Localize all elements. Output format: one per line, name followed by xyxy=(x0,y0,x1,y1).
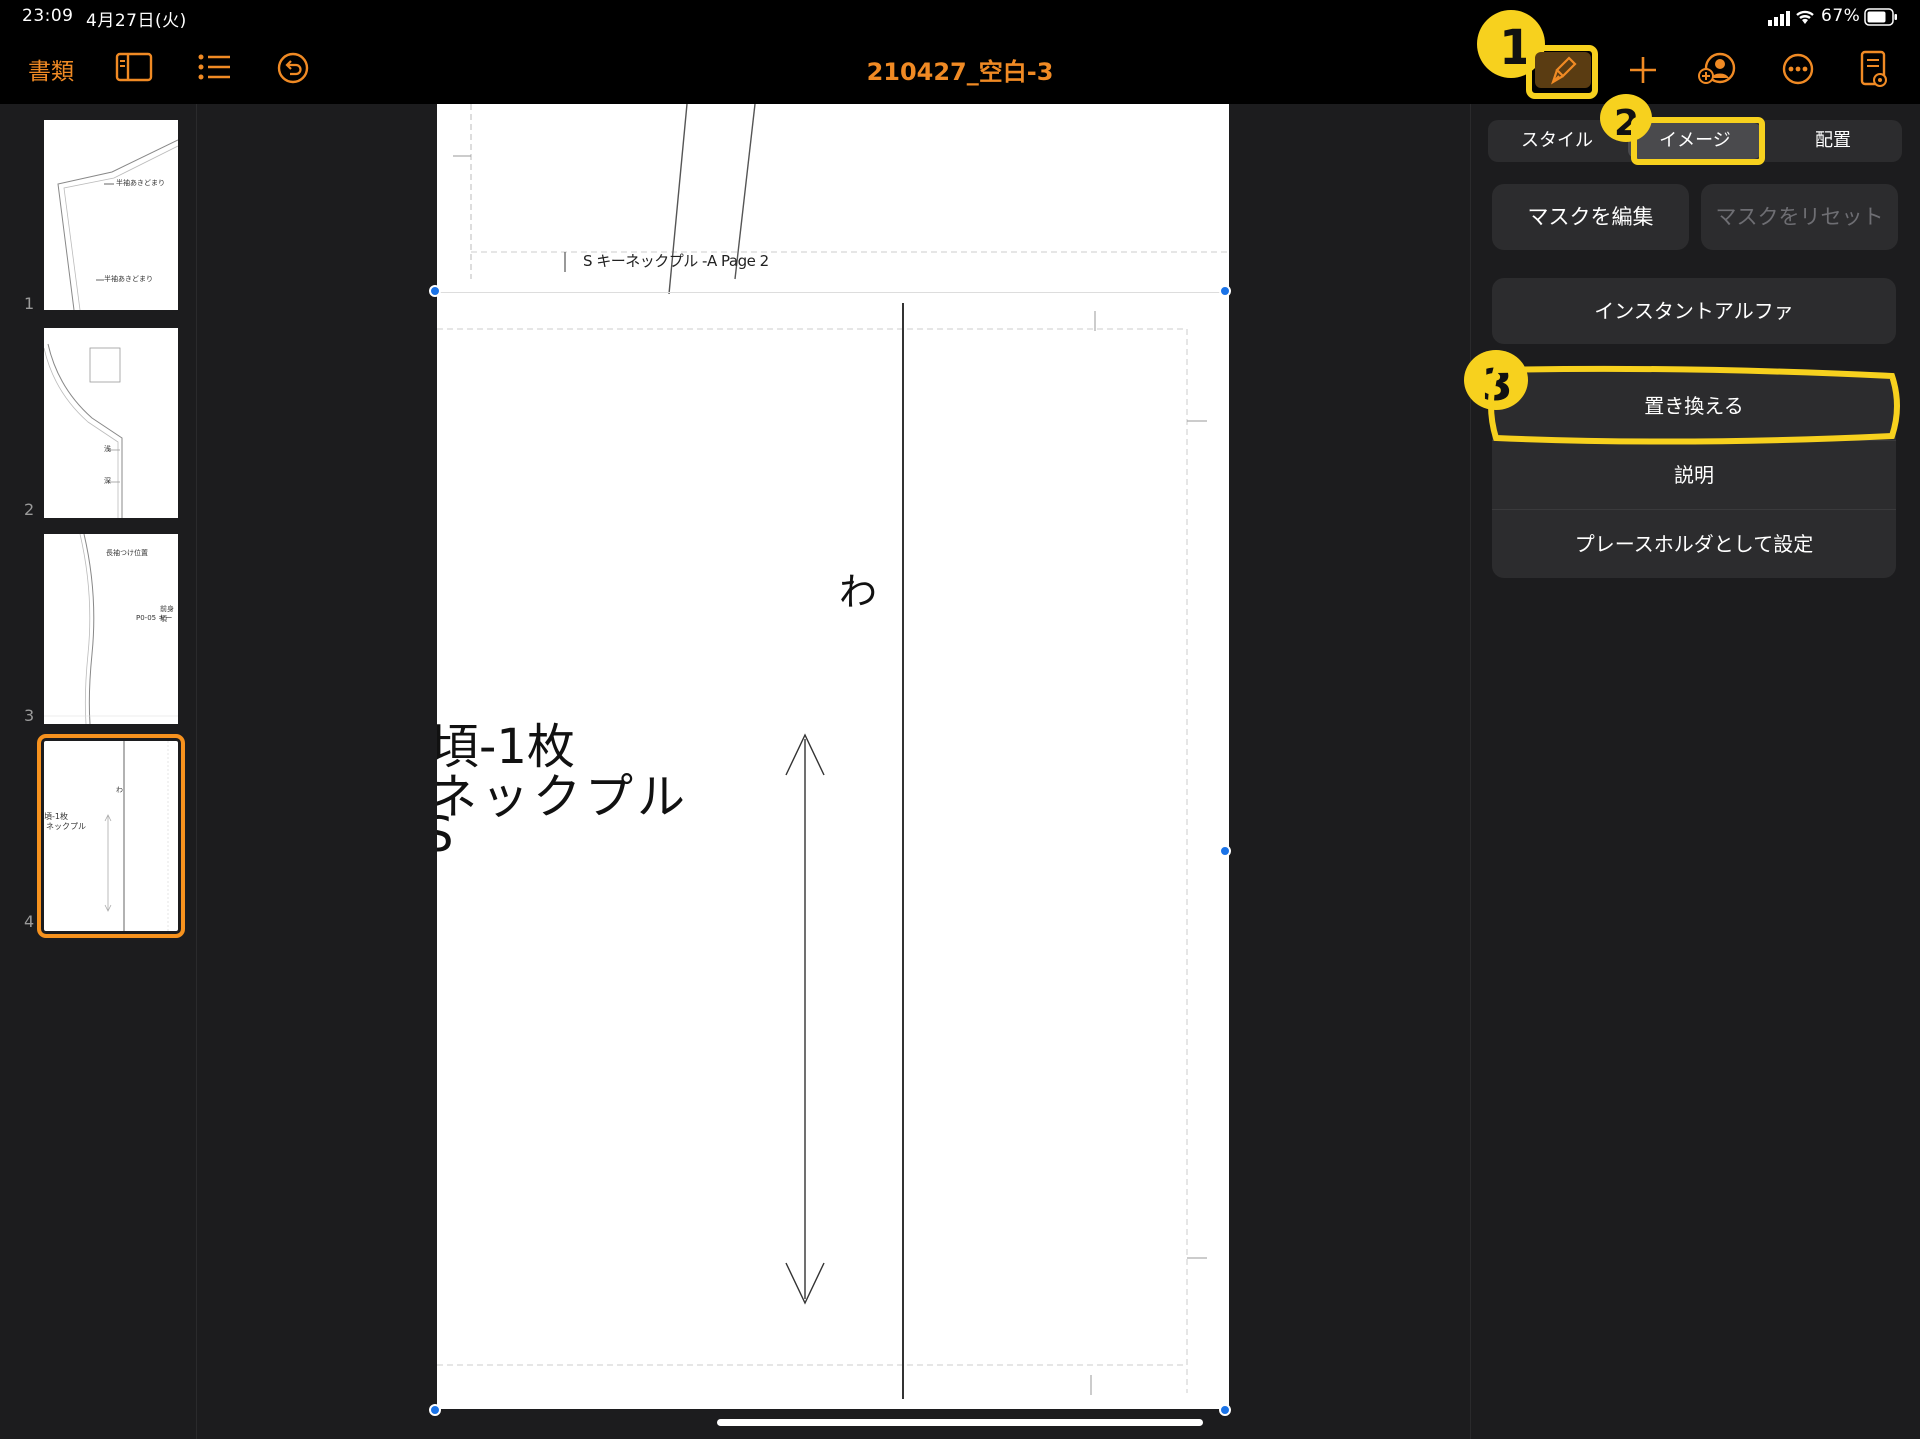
selection-handle-middle-right[interactable] xyxy=(1219,845,1231,857)
selection-handle-top-right[interactable] xyxy=(1219,285,1231,297)
pattern-page-label: S キーネックプル -A Page 2 xyxy=(583,252,769,270)
selection-handle-bottom-left[interactable] xyxy=(429,1404,441,1416)
tab-arrange[interactable]: 配置 xyxy=(1764,120,1902,162)
page-thumbnail-3[interactable]: 長袖つけ位置 前身頃 P0-05 キー xyxy=(44,533,178,725)
page-4-text-1: わ xyxy=(116,786,123,794)
document-view-icon[interactable] xyxy=(1860,50,1890,88)
battery-icon xyxy=(1864,8,1898,30)
page-3-text-1: 長袖つけ位置 xyxy=(106,549,148,557)
document-page[interactable]: S キーネックプル -A Page 2 わ 頃-1枚 ネックプル S xyxy=(437,104,1229,1409)
page-thumbnail-1[interactable]: 半袖あきどまり 半袖あきどまり xyxy=(44,120,179,311)
page-3-text-3: P0-05 キー xyxy=(136,614,173,622)
collaborate-icon[interactable] xyxy=(1698,52,1736,86)
page-2-text-2: 深 xyxy=(104,477,111,485)
instant-alpha-button[interactable]: インスタントアルファ xyxy=(1492,278,1896,344)
piece-name-line-2: ネックプル xyxy=(437,769,690,825)
page-2-text-1: 浅 xyxy=(104,445,111,453)
page-4-text-3: ネックプル xyxy=(46,822,86,831)
set-as-placeholder-button[interactable]: プレースホルダとして設定 xyxy=(1492,510,1896,578)
page-thumbnail-4[interactable]: わ 頃-1枚 ネックプル xyxy=(37,734,185,938)
cellular-signal-icon xyxy=(1767,10,1791,30)
page-number-2: 2 xyxy=(24,500,35,519)
page-thumbnail-2[interactable]: 浅 深 xyxy=(43,328,178,518)
page-number-4: 4 xyxy=(24,912,35,931)
top-bar: 23:09 4月27日(火) 67% 書類 210427_空白-3 1 xyxy=(0,0,1920,104)
selection-handle-bottom-right[interactable] xyxy=(1219,1404,1231,1416)
page-1-text-1: 半袖あきどまり xyxy=(116,179,165,187)
page-thumbnails-sidebar: 半袖あきどまり 半袖あきどまり 1 浅 深 2 長袖つけ位置 前身頃 P0-05… xyxy=(0,104,197,1439)
format-brush-button[interactable] xyxy=(1535,52,1591,88)
annotation-step-2: 2 xyxy=(1596,92,1768,172)
home-indicator xyxy=(717,1419,1203,1426)
more-icon[interactable] xyxy=(1782,53,1814,85)
page-number-3: 3 xyxy=(24,706,35,725)
previous-pattern-image[interactable] xyxy=(437,104,1229,294)
fold-mark-label: わ xyxy=(839,570,878,614)
battery-percent: 67% xyxy=(1821,6,1861,26)
edit-mask-button[interactable]: マスクを編集 xyxy=(1492,184,1689,250)
plus-icon[interactable] xyxy=(1628,55,1658,85)
wifi-icon xyxy=(1794,8,1816,30)
status-time: 23:09 xyxy=(22,6,74,26)
reset-mask-button[interactable]: マスクをリセット xyxy=(1701,184,1898,250)
annotation-step-3: 3 xyxy=(1462,346,1902,456)
piece-name-line-3: S xyxy=(437,807,454,863)
page-number-1: 1 xyxy=(24,294,35,313)
page-1-text-2: 半袖あきどまり xyxy=(104,275,153,283)
status-date: 4月27日(火) xyxy=(86,11,187,31)
selected-pattern-image[interactable]: わ 頃-1枚 ネックプル S xyxy=(437,292,1229,1409)
selection-handle-top-left[interactable] xyxy=(429,285,441,297)
